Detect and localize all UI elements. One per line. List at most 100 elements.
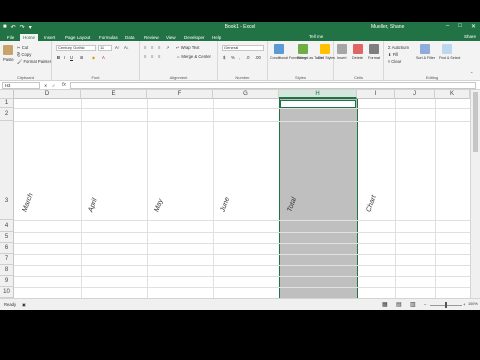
align-left-icon[interactable]: ≡	[144, 54, 146, 59]
zoom-in-icon[interactable]: +	[463, 302, 465, 307]
find-select-icon[interactable]	[442, 44, 452, 54]
align-center-icon[interactable]: ≡	[151, 54, 153, 59]
column-header-g[interactable]: G	[213, 90, 279, 99]
tab-data[interactable]: Data	[122, 34, 138, 41]
cell-d3-march[interactable]: March	[21, 192, 34, 213]
cell-i3-chart[interactable]: Chart	[365, 195, 377, 213]
row-header-3[interactable]: 3	[0, 121, 14, 220]
row-header-7[interactable]: 7	[0, 254, 14, 265]
active-cell-h1[interactable]	[280, 100, 356, 108]
macro-record-icon[interactable]: ▣	[22, 302, 26, 307]
close-icon[interactable]: ✕	[471, 23, 476, 30]
sort-filter-button[interactable]: Sort & Filter	[416, 56, 435, 60]
tab-help[interactable]: Help	[209, 34, 224, 41]
page-layout-view-icon[interactable]: ▤	[396, 301, 402, 308]
align-right-icon[interactable]: ≡	[158, 54, 160, 59]
decrease-decimal-icon[interactable]: .00	[255, 55, 261, 60]
tab-home[interactable]: Home	[20, 34, 39, 41]
tab-view[interactable]: View	[163, 34, 179, 41]
insert-button[interactable]: Insert	[337, 56, 347, 60]
user-name[interactable]: Mueller, Shane	[371, 24, 404, 30]
zoom-level[interactable]: 100%	[468, 302, 478, 306]
font-color-icon[interactable]: A	[102, 55, 105, 60]
column-header-h[interactable]: H	[279, 90, 357, 99]
shrink-font-icon[interactable]: A↓	[124, 45, 129, 50]
merge-center-button[interactable]: ⇔ Merge & Center	[176, 54, 211, 59]
confirm-entry-icon[interactable]: ✓	[52, 83, 56, 88]
delete-button[interactable]: Delete	[352, 56, 363, 60]
column-header-i[interactable]: I	[357, 90, 395, 99]
select-all-corner[interactable]	[0, 90, 14, 99]
autosum-button[interactable]: Σ AutoSum	[388, 45, 409, 50]
increase-decimal-icon[interactable]: .0	[246, 55, 250, 60]
font-size-combo[interactable]: 11	[98, 45, 112, 51]
tell-me-search[interactable]: Tell me	[309, 34, 323, 39]
cell-f3-may[interactable]: May	[153, 198, 164, 213]
row-header-8[interactable]: 8	[0, 265, 14, 276]
wrap-text-button[interactable]: ↵ Wrap Text	[176, 45, 199, 50]
paste-button[interactable]: Paste	[3, 57, 14, 62]
row-header-6[interactable]: 6	[0, 243, 14, 254]
sort-filter-icon[interactable]	[420, 44, 430, 54]
cell-styles-icon[interactable]	[320, 44, 330, 54]
grow-font-icon[interactable]: A↑	[115, 45, 120, 50]
row-header-5[interactable]: 5	[0, 232, 14, 243]
format-as-table-icon[interactable]	[298, 44, 308, 54]
find-select-button[interactable]: Find & Select	[439, 56, 460, 60]
fill-button[interactable]: ⬇ Fill	[388, 52, 398, 57]
tab-review[interactable]: Review	[141, 34, 162, 41]
orientation-icon[interactable]: ↗	[166, 45, 170, 50]
insert-function-icon[interactable]: fx	[62, 82, 66, 88]
row-header-10[interactable]: 10	[0, 287, 14, 298]
worksheet-grid[interactable]: D E F G H I J K 1 2 3 4 5 6 7 8 9 10 Mar…	[0, 90, 470, 298]
vertical-scroll-thumb[interactable]	[473, 92, 478, 152]
delete-cells-icon[interactable]	[353, 44, 363, 54]
cell-styles-button[interactable]: Cell Styles	[318, 56, 335, 60]
tab-insert[interactable]: Insert	[41, 34, 58, 41]
column-header-j[interactable]: J	[395, 90, 435, 99]
comma-icon[interactable]: ,	[239, 55, 240, 60]
paste-icon[interactable]	[3, 45, 13, 55]
borders-icon[interactable]: ⊞	[80, 55, 84, 60]
align-middle-icon[interactable]: ≡	[151, 45, 153, 50]
tab-developer[interactable]: Developer	[181, 34, 208, 41]
row-header-9[interactable]: 9	[0, 276, 14, 287]
cell-g3-june[interactable]: June	[219, 196, 231, 213]
maximize-icon[interactable]: □	[458, 23, 462, 30]
zoom-out-icon[interactable]: –	[424, 302, 426, 307]
conditional-formatting-icon[interactable]	[274, 44, 284, 54]
format-painter-button[interactable]: 🖌 Format Painter	[17, 59, 51, 65]
row-header-2[interactable]: 2	[0, 108, 14, 121]
column-header-e[interactable]: E	[81, 90, 147, 99]
fill-color-icon[interactable]: ◆	[92, 55, 95, 60]
vertical-scrollbar[interactable]	[470, 90, 480, 298]
cut-button[interactable]: ✂ Cut	[17, 45, 28, 50]
page-break-view-icon[interactable]: ▥	[410, 301, 416, 308]
format-cells-icon[interactable]	[369, 44, 379, 54]
number-format-combo[interactable]: General	[222, 45, 264, 51]
row-header-4[interactable]: 4	[0, 220, 14, 232]
minimize-icon[interactable]: –	[446, 23, 449, 30]
normal-view-icon[interactable]: ▦	[382, 301, 388, 308]
name-box[interactable]: H3	[2, 82, 40, 89]
column-header-d[interactable]: D	[14, 90, 81, 99]
font-name-combo[interactable]: Century Gothic	[56, 45, 96, 51]
align-bottom-icon[interactable]: ≡	[158, 45, 160, 50]
tab-file[interactable]: File	[4, 34, 17, 41]
bold-button[interactable]: B	[57, 55, 60, 60]
tab-formulas[interactable]: Formulas	[96, 34, 121, 41]
row-header-1[interactable]: 1	[0, 99, 14, 108]
clear-button[interactable]: ◊ Clear	[388, 59, 401, 64]
tab-page-layout[interactable]: Page Layout	[62, 34, 93, 41]
formula-input[interactable]	[70, 82, 476, 89]
currency-icon[interactable]: $	[223, 55, 225, 60]
cell-e3-april[interactable]: April	[87, 197, 98, 213]
format-button[interactable]: Format	[368, 56, 380, 60]
insert-cells-icon[interactable]	[337, 44, 347, 54]
column-header-f[interactable]: F	[147, 90, 213, 99]
zoom-slider-thumb[interactable]	[445, 302, 447, 308]
percent-icon[interactable]: %	[231, 55, 235, 60]
share-button[interactable]: Share	[464, 34, 476, 39]
copy-button[interactable]: ⎘ Copy	[17, 52, 31, 57]
column-header-k[interactable]: K	[435, 90, 470, 99]
